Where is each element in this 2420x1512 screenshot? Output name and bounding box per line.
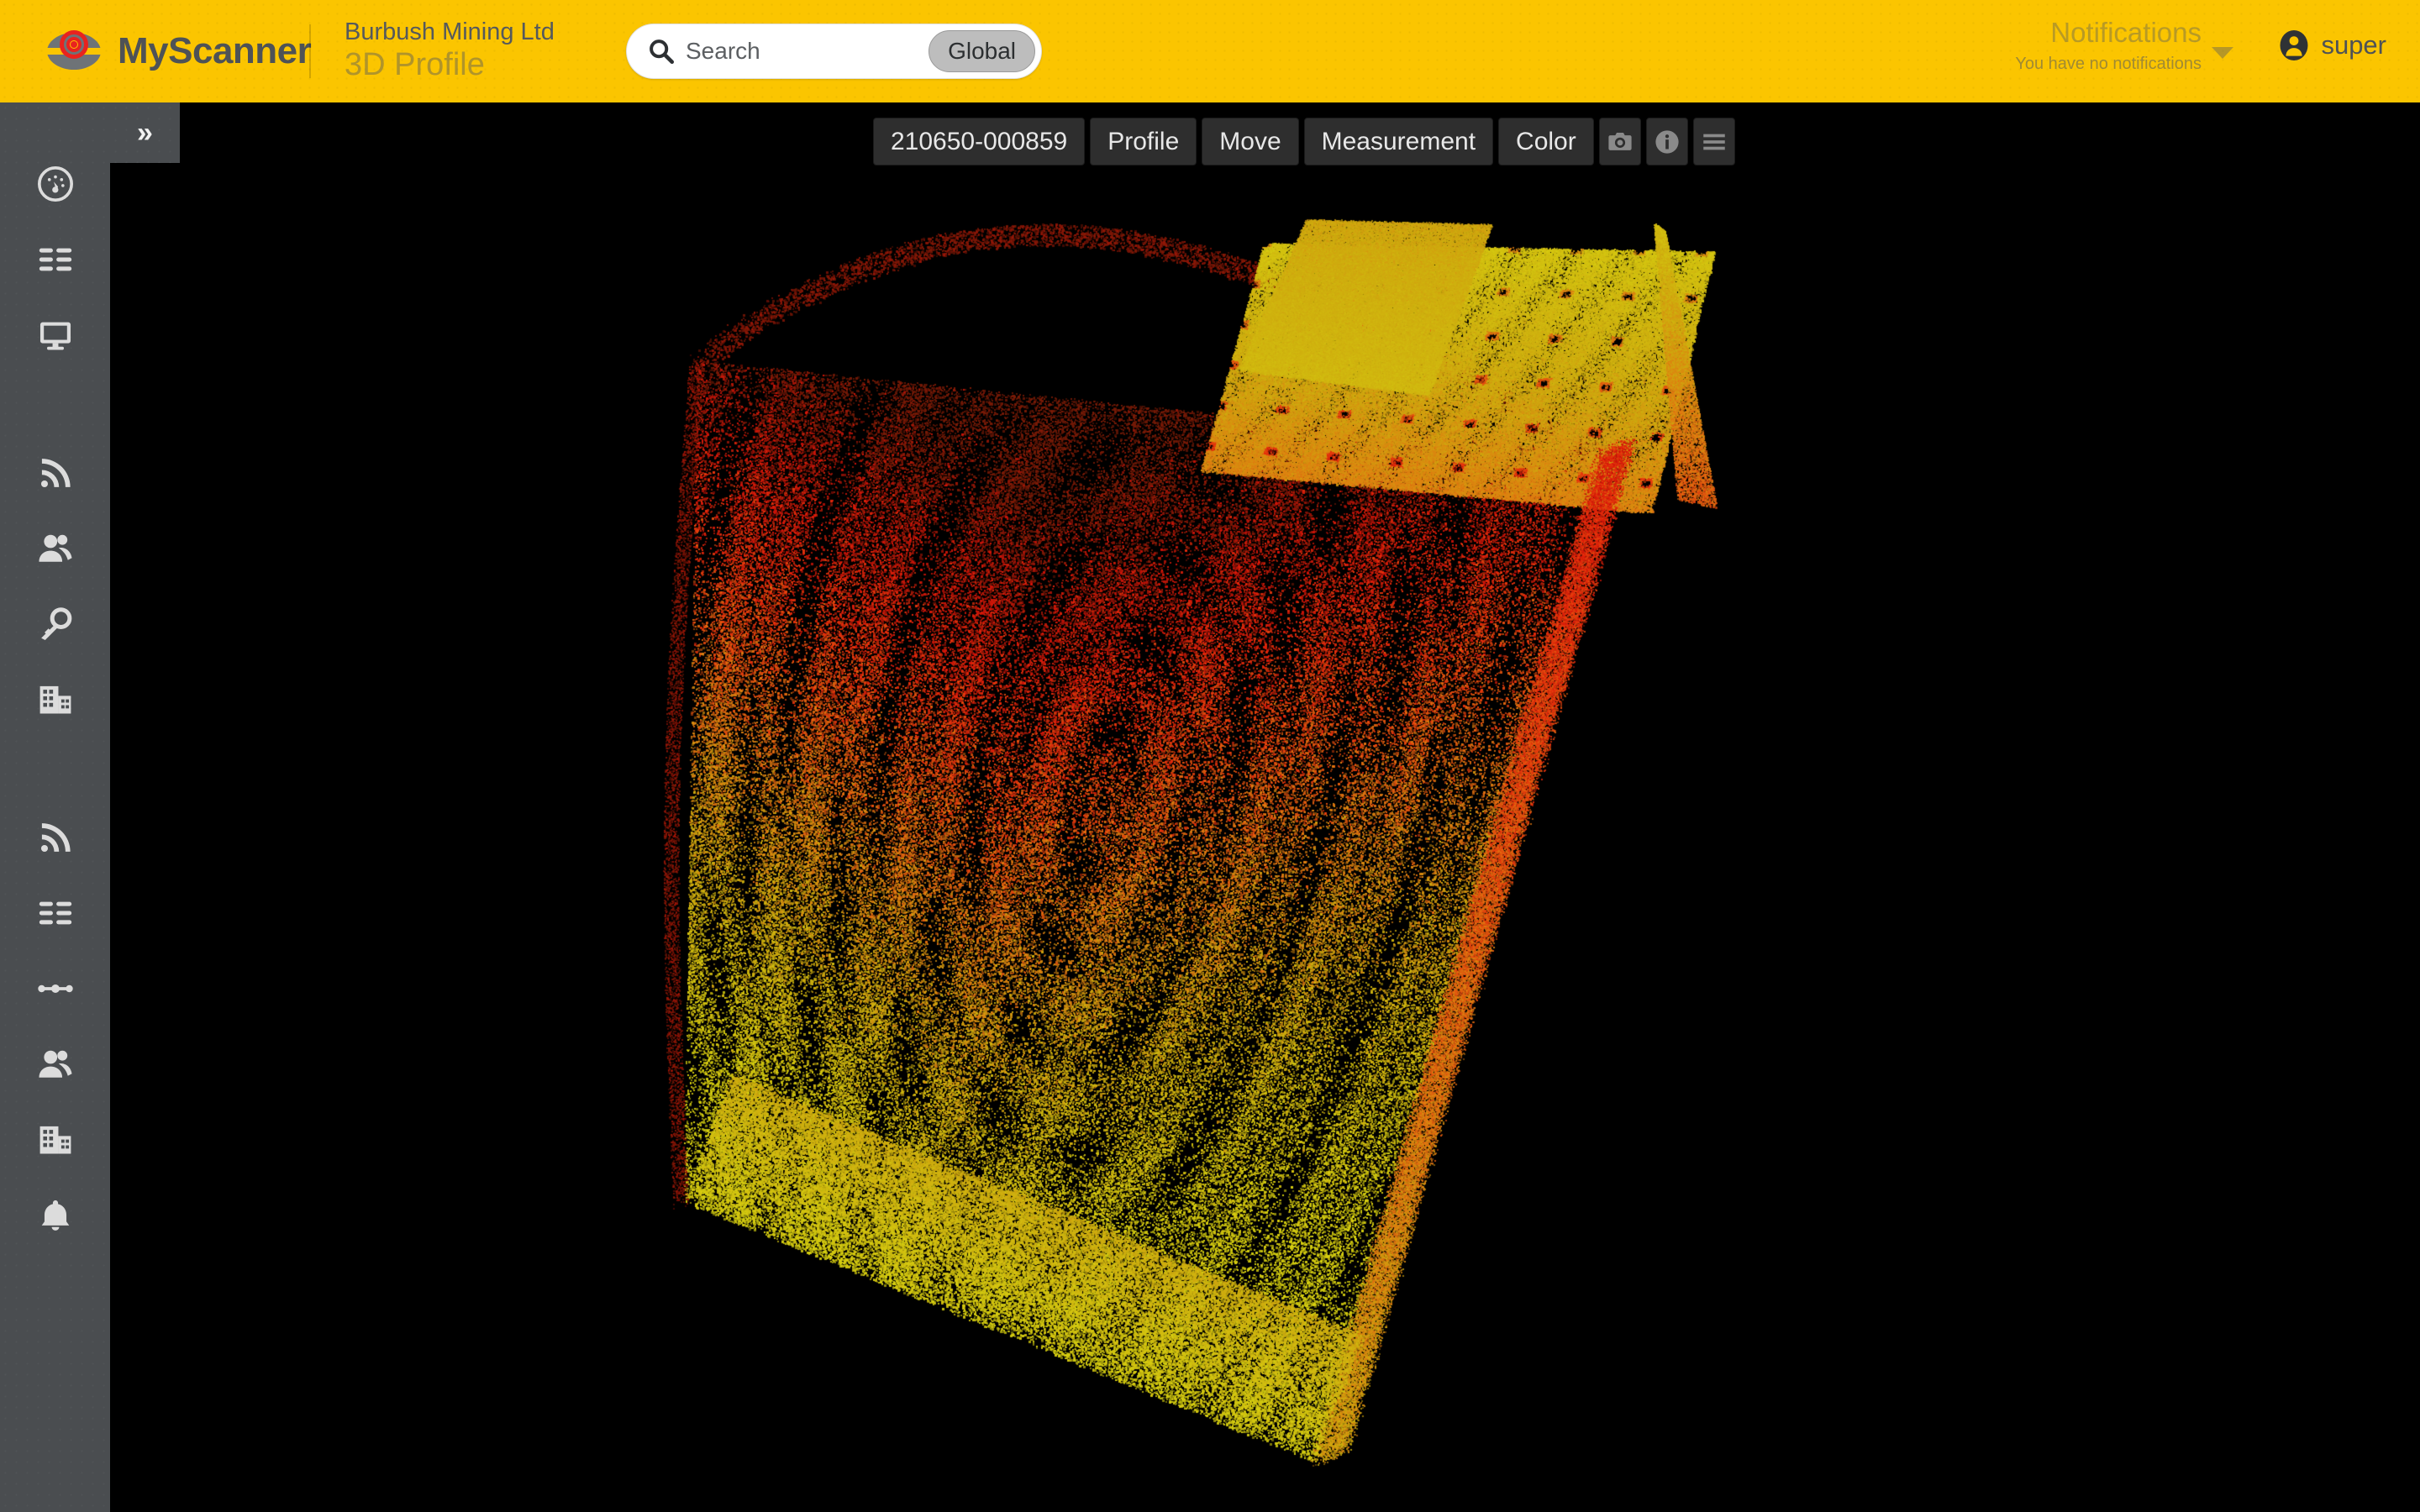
rss-signal-icon [36, 818, 75, 857]
sidebar-item-permissions[interactable] [0, 586, 110, 662]
building-icon [36, 1121, 75, 1159]
screenshot-button[interactable] [1599, 118, 1641, 165]
sidebar-item-network[interactable] [0, 951, 110, 1026]
profile-button[interactable]: Profile [1090, 118, 1197, 165]
menu-button[interactable] [1693, 118, 1735, 165]
brand[interactable]: MyScanner [47, 24, 299, 78]
search-icon [647, 37, 676, 66]
sidebar-item-users[interactable] [0, 511, 110, 586]
list-icon [36, 894, 75, 932]
point-cloud-canvas[interactable] [110, 102, 2420, 1512]
rss-signal-icon [36, 454, 75, 492]
bell-icon [36, 1196, 75, 1235]
3d-viewport[interactable] [110, 102, 2420, 1512]
user-name: super [2321, 30, 2386, 60]
notifications-subtitle: You have no notifications [2015, 55, 2202, 74]
info-button[interactable] [1646, 118, 1688, 165]
sidebar-item-list-2[interactable] [0, 875, 110, 951]
brand-name: MyScanner [118, 30, 311, 72]
sidebar-item-organisation[interactable] [0, 662, 110, 738]
nodes-dots-icon [36, 969, 75, 1008]
viewport-toolbar: 210650-000859 Profile Move Measurement C… [873, 118, 1735, 165]
scanner-target-icon [47, 24, 101, 78]
sidebar-item-organisation-2[interactable] [0, 1102, 110, 1178]
users-icon [36, 1045, 75, 1084]
sidebar-item-signal-2[interactable] [0, 800, 110, 875]
scan-id-button[interactable]: 210650-000859 [873, 118, 1085, 165]
sidebar-item-dashboard[interactable] [0, 146, 110, 222]
page-title: 3D Profile [345, 47, 588, 84]
sidebar-item-signal[interactable] [0, 435, 110, 511]
list-icon [36, 240, 75, 279]
sidebar-item-list[interactable] [0, 222, 110, 297]
header-divider [309, 24, 311, 78]
info-circle-icon [1653, 128, 1681, 156]
search-scope-button[interactable]: Global [929, 30, 1035, 72]
sidebar-item-monitor[interactable] [0, 297, 110, 373]
key-icon [36, 605, 75, 643]
sidebar [0, 102, 110, 1512]
notifications-title: Notifications [2015, 18, 2202, 46]
search-input[interactable] [686, 38, 929, 65]
company-name: Burbush Mining Ltd [345, 18, 588, 46]
hamburger-menu-icon [1700, 128, 1728, 156]
search-bar[interactable]: Global [626, 24, 1042, 79]
user-menu[interactable]: super [2279, 30, 2386, 60]
chevron-down-icon[interactable] [2212, 47, 2233, 59]
measurement-button[interactable]: Measurement [1304, 118, 1493, 165]
users-icon [36, 529, 75, 568]
camera-icon [1606, 128, 1634, 156]
building-icon [36, 680, 75, 719]
notifications-menu[interactable]: Notifications You have no notifications [2015, 18, 2202, 74]
page-titles: Burbush Mining Ltd 3D Profile [345, 18, 588, 83]
user-avatar-icon [2279, 30, 2309, 60]
monitor-icon [36, 316, 75, 354]
app-header: MyScanner Burbush Mining Ltd 3D Profile … [0, 0, 2420, 102]
color-button[interactable]: Color [1498, 118, 1594, 165]
sidebar-item-users-2[interactable] [0, 1026, 110, 1102]
sidebar-expand-button[interactable]: » [110, 102, 180, 163]
dashboard-gauge-icon [36, 165, 75, 203]
sidebar-item-alerts[interactable] [0, 1178, 110, 1253]
move-button[interactable]: Move [1202, 118, 1298, 165]
